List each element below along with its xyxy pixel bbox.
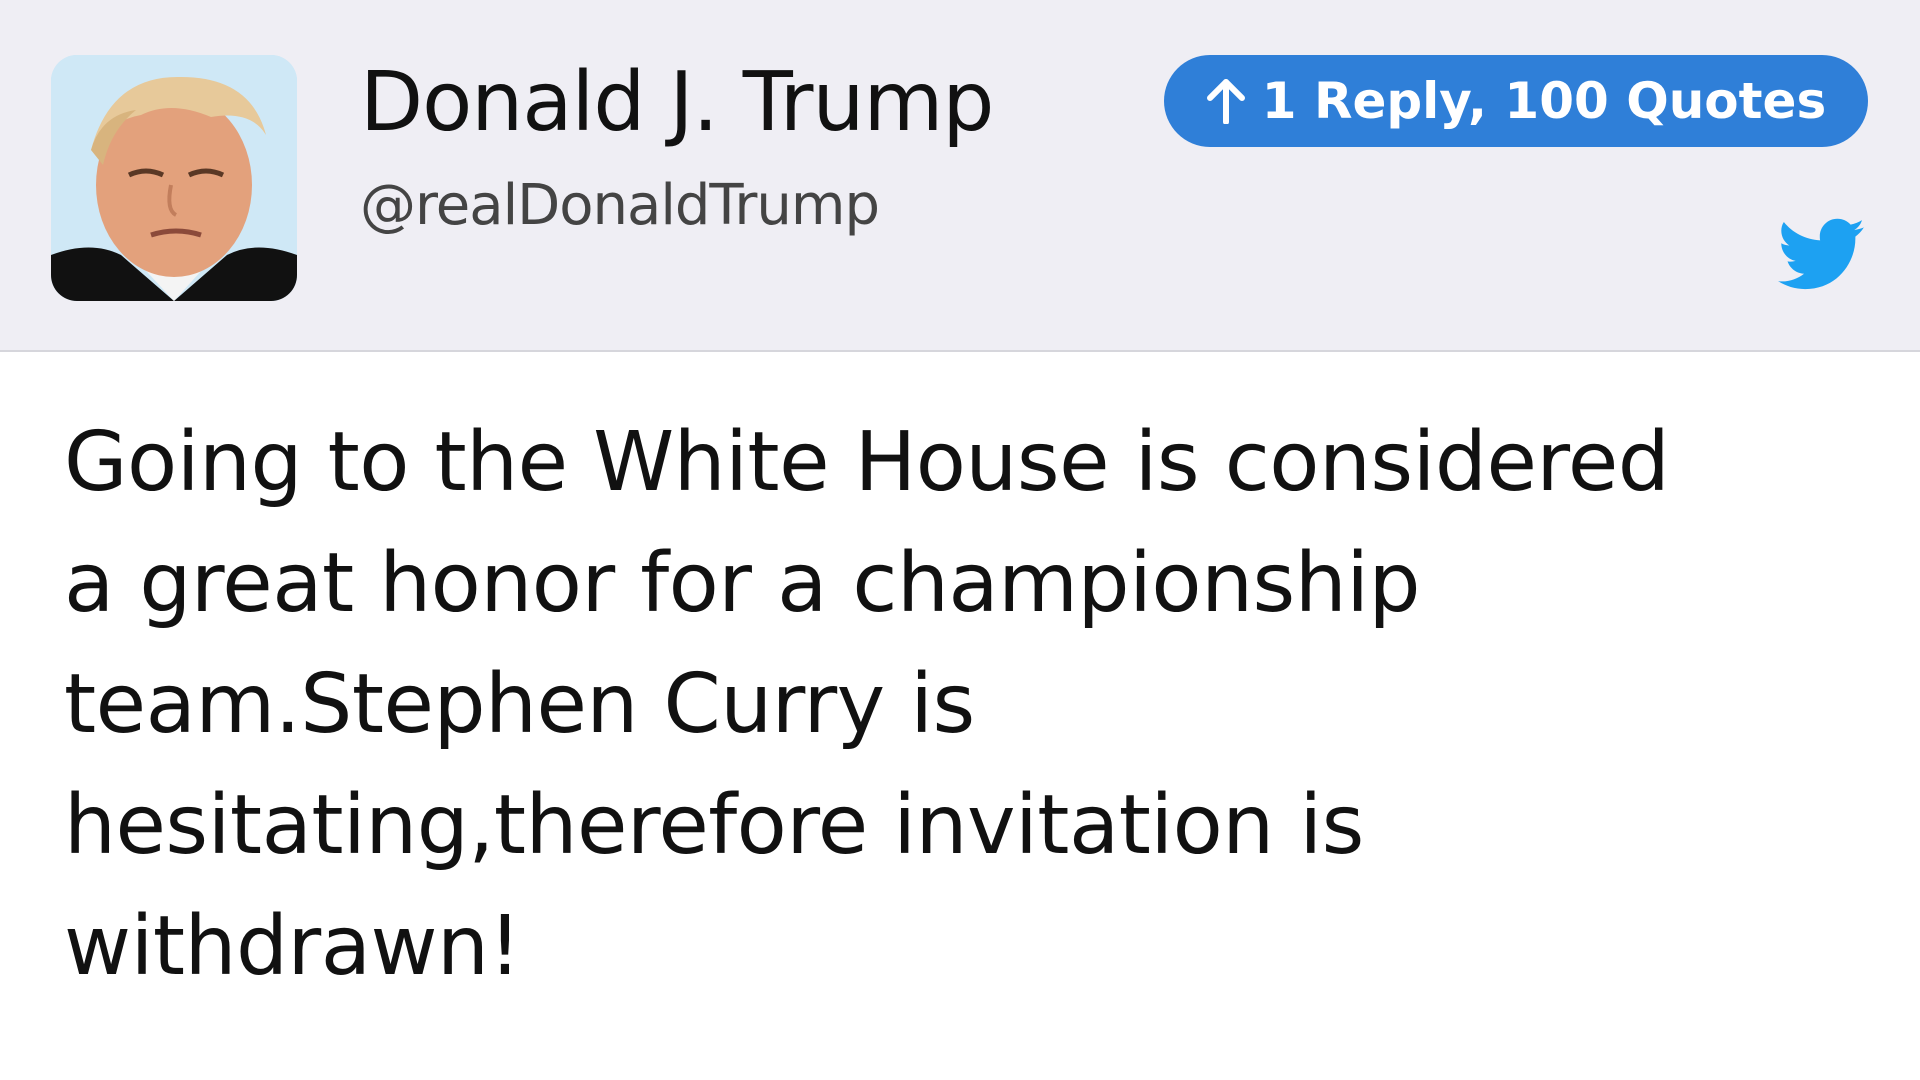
tweet-text: Going to the White House is considered a… bbox=[64, 415, 1670, 994]
tweet-header: Donald J. Trump @realDonaldTrump 1 Reply… bbox=[0, 0, 1920, 352]
arrow-up-icon bbox=[1206, 78, 1246, 124]
author-handle[interactable]: @realDonaldTrump bbox=[360, 178, 880, 234]
replies-quotes-label: 1 Reply, 100 Quotes bbox=[1261, 72, 1827, 130]
replies-quotes-button[interactable]: 1 Reply, 100 Quotes bbox=[1164, 55, 1868, 147]
avatar[interactable] bbox=[51, 55, 297, 301]
profile-photo bbox=[51, 55, 297, 301]
twitter-bird-icon bbox=[1778, 218, 1866, 292]
author-name[interactable]: Donald J. Trump bbox=[360, 62, 994, 144]
